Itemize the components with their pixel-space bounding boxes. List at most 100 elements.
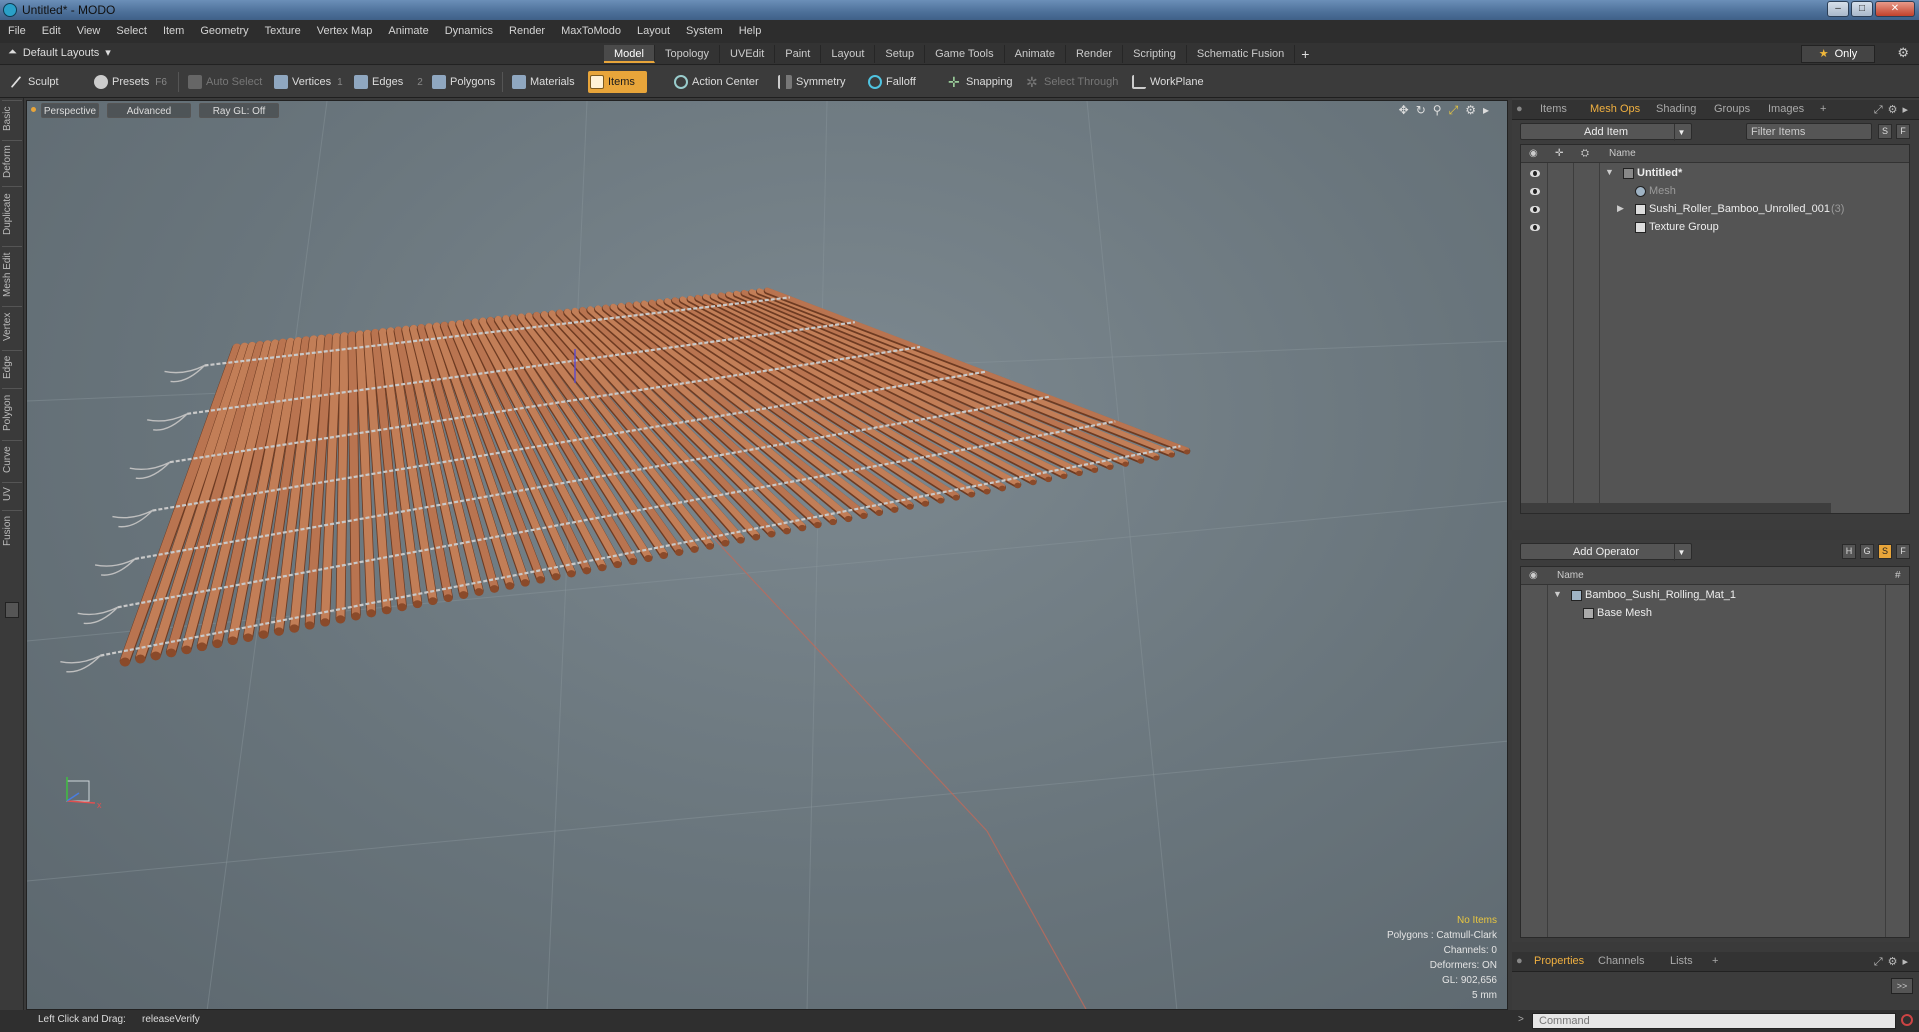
list-item[interactable]: ▶ Sushi_Roller_Bamboo_Unrolled_001 (3)	[1521, 201, 1909, 219]
tab-game-tools[interactable]: Game Tools	[925, 45, 1005, 63]
vtab-mesh-edit[interactable]: Mesh Edit	[2, 246, 22, 302]
polygons-button[interactable]: Polygons	[430, 71, 495, 93]
command-input[interactable]: Command	[1532, 1013, 1896, 1029]
list-item[interactable]: Texture Group	[1521, 219, 1909, 237]
tab-shading[interactable]: Shading	[1656, 103, 1696, 115]
auto-select-button[interactable]: Auto Select	[186, 71, 262, 93]
tab-setup[interactable]: Setup	[875, 45, 926, 63]
advanced-shading-button[interactable]: Advanced	[107, 103, 191, 118]
item-list[interactable]: ◉ ✛ ⛭ Name ▼ Untitled* Mesh ▶ Sushi_Roll…	[1520, 144, 1910, 514]
zoom-icon[interactable]: ⚲	[1433, 103, 1442, 118]
vtab-deform[interactable]: Deform	[2, 140, 22, 182]
viewport-gear-icon[interactable]: ⚙	[1465, 103, 1476, 118]
eye-icon[interactable]	[1529, 223, 1541, 232]
collapse-arrow-icon[interactable]: ⏶	[8, 46, 17, 59]
tab-paint[interactable]: Paint	[775, 45, 822, 63]
list-item[interactable]: ▼ Bamboo_Sushi_Rolling_Mat_1	[1521, 587, 1909, 605]
expand-properties-button[interactable]: >>	[1891, 978, 1913, 994]
list-item[interactable]: Mesh	[1521, 183, 1909, 201]
filter-s-button[interactable]: S	[1878, 124, 1892, 139]
tab-channels[interactable]: Channels	[1598, 955, 1644, 967]
vtab-uv[interactable]: UV	[2, 482, 22, 506]
fit-icon[interactable]: ⤢	[1449, 103, 1459, 118]
name-column-header[interactable]: Name	[1557, 570, 1584, 581]
operator-h-button[interactable]: H	[1842, 544, 1856, 559]
list-item[interactable]: ▼ Untitled*	[1521, 165, 1909, 183]
layout-dropdown[interactable]: ⏶ Default Layouts ▾	[8, 46, 111, 59]
items-button[interactable]: Items	[588, 71, 647, 93]
filter-f-button[interactable]: F	[1896, 124, 1910, 139]
snapping-button[interactable]: ✛ Snapping	[946, 71, 1013, 93]
tab-scripting[interactable]: Scripting	[1123, 45, 1187, 63]
tab-model[interactable]: Model	[604, 45, 655, 63]
tab-items[interactable]: Items	[1540, 103, 1567, 115]
tab-images[interactable]: Images	[1768, 103, 1804, 115]
expand-triangle-icon[interactable]: ▼	[1553, 589, 1562, 599]
menu-render[interactable]: Render	[501, 20, 553, 43]
menu-select[interactable]: Select	[108, 20, 155, 43]
close-button[interactable]: ✕	[1875, 1, 1915, 17]
tab-mesh-ops[interactable]: Mesh Ops	[1590, 103, 1640, 115]
name-column-header[interactable]: Name	[1609, 148, 1636, 159]
vtab-fusion[interactable]: Fusion	[2, 510, 22, 550]
gear-icon[interactable]: ⚙	[1897, 45, 1909, 61]
menu-file[interactable]: File	[0, 20, 34, 43]
presets-button[interactable]: Presets F6	[92, 71, 167, 93]
operator-g-button[interactable]: G	[1860, 544, 1874, 559]
sculpt-button[interactable]: Sculpt	[8, 71, 59, 93]
vtab-vertex[interactable]: Vertex	[2, 306, 22, 346]
menu-vertex-map[interactable]: Vertex Map	[309, 20, 381, 43]
tab-uvedit[interactable]: UVEdit	[720, 45, 776, 63]
expand-triangle-icon[interactable]: ▼	[1605, 167, 1614, 177]
workplane-button[interactable]: WorkPlane	[1130, 71, 1204, 93]
falloff-button[interactable]: Falloff	[866, 71, 916, 93]
eye-icon[interactable]	[1529, 169, 1541, 178]
menu-edit[interactable]: Edit	[34, 20, 69, 43]
tab-lists[interactable]: Lists	[1670, 955, 1693, 967]
raygl-button[interactable]: Ray GL: Off	[199, 103, 279, 118]
viewport-menu-dot-icon[interactable]	[31, 107, 36, 112]
symmetry-button[interactable]: Symmetry	[776, 71, 846, 93]
panel-window-icons[interactable]: ⤢⚙▸	[1874, 955, 1913, 969]
tab-animate[interactable]: Animate	[1005, 45, 1066, 63]
tab-render[interactable]: Render	[1066, 45, 1124, 63]
pan-icon[interactable]: ✥	[1399, 103, 1409, 118]
viewport-play-icon[interactable]: ▸	[1483, 103, 1489, 118]
filter-items-input[interactable]: Filter Items	[1746, 123, 1872, 140]
bamboo-sushi-mat[interactable]	[60, 287, 1191, 673]
add-tab-plus-icon[interactable]: +	[1301, 45, 1309, 63]
render-column-icon[interactable]: ⛭	[1581, 148, 1589, 159]
visibility-column-icon[interactable]: ◉	[1529, 570, 1538, 581]
tab-properties[interactable]: Properties	[1534, 955, 1584, 967]
add-panel-tab-icon[interactable]: +	[1712, 955, 1718, 967]
horizontal-scrollbar[interactable]	[1521, 503, 1831, 513]
vtab-edge[interactable]: Edge	[2, 350, 22, 384]
menu-texture[interactable]: Texture	[257, 20, 309, 43]
vtab-duplicate[interactable]: Duplicate	[2, 186, 22, 242]
vtab-curve[interactable]: Curve	[2, 440, 22, 478]
tab-schematic-fusion[interactable]: Schematic Fusion	[1187, 45, 1296, 63]
3d-viewport[interactable]: x Perspective Advanced Ray GL: Off ✥ ↻ ⚲…	[26, 100, 1508, 1010]
menu-system[interactable]: System	[678, 20, 731, 43]
panel-menu-icon[interactable]: ●	[1516, 103, 1523, 115]
vtab-polygon[interactable]: Polygon	[2, 388, 22, 436]
view-perspective-button[interactable]: Perspective	[41, 103, 99, 118]
menu-view[interactable]: View	[69, 20, 109, 43]
panel-window-icons[interactable]: ⤢⚙▸	[1874, 103, 1913, 117]
menu-help[interactable]: Help	[731, 20, 770, 43]
only-button[interactable]: ★ Only	[1801, 45, 1875, 63]
list-item[interactable]: Base Mesh	[1521, 605, 1909, 623]
operator-list[interactable]: ◉ Name # ▼ Bamboo_Sushi_Rolling_Mat_1 Ba…	[1520, 566, 1910, 938]
eye-icon[interactable]	[1529, 187, 1541, 196]
add-item-dropdown[interactable]: Add Item ▼	[1520, 123, 1692, 141]
tab-topology[interactable]: Topology	[655, 45, 721, 63]
menu-animate[interactable]: Animate	[380, 20, 436, 43]
visibility-column-icon[interactable]: ◉	[1529, 148, 1538, 159]
record-icon[interactable]	[1901, 1014, 1913, 1026]
rotate-icon[interactable]: ↻	[1416, 103, 1426, 118]
operator-f-button[interactable]: F	[1896, 544, 1910, 559]
panel-menu-icon[interactable]: ●	[1516, 955, 1523, 967]
menu-dynamics[interactable]: Dynamics	[437, 20, 501, 43]
menu-maxtomodo[interactable]: MaxToModo	[553, 20, 629, 43]
lock-column-icon[interactable]: ✛	[1555, 148, 1563, 159]
